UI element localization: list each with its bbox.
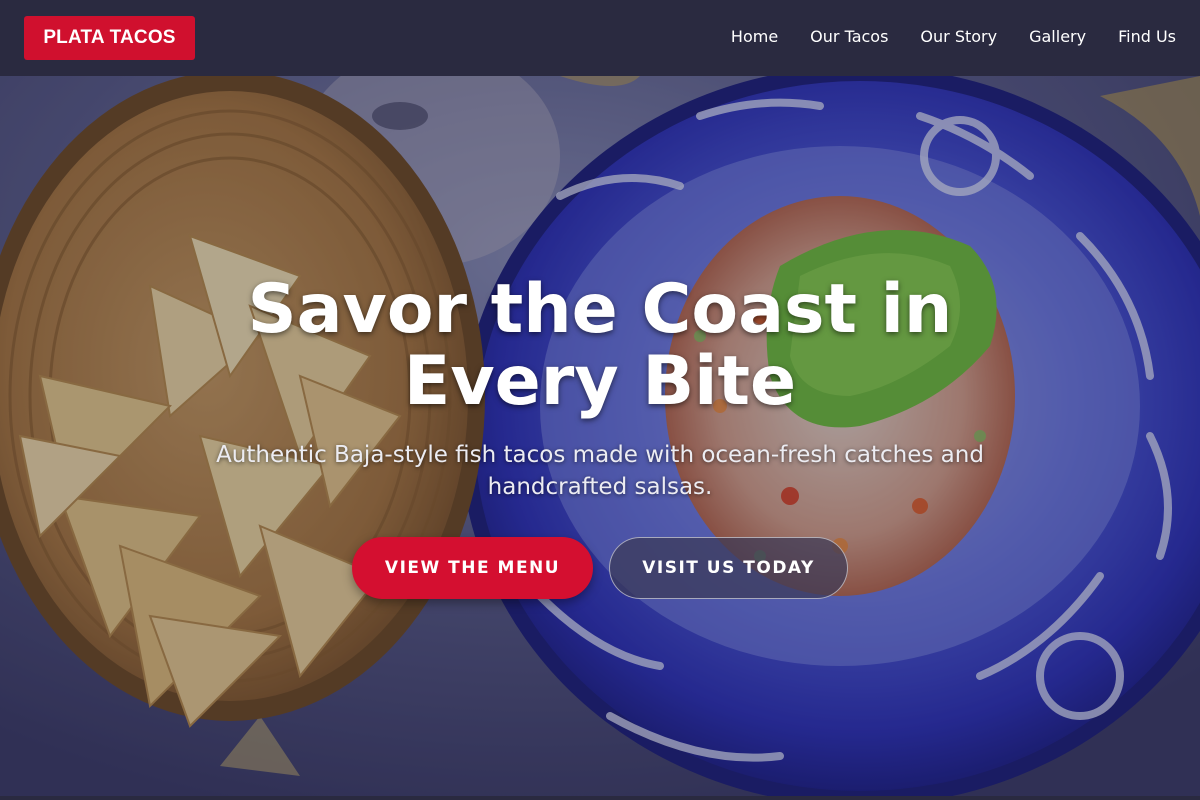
hero-subtitle: Authentic Baja-style fish tacos made wit…: [216, 442, 984, 500]
hero-section: Savor the Coast in Every Bite Authentic …: [0, 76, 1200, 796]
brand-logo[interactable]: PLATA TACOS: [24, 16, 195, 60]
nav-link-gallery[interactable]: Gallery: [1029, 26, 1086, 48]
hero-content: Savor the Coast in Every Bite Authentic …: [0, 76, 1200, 796]
view-menu-button[interactable]: VIEW THE MENU: [352, 537, 593, 599]
visit-us-button[interactable]: VISIT US TODAY: [609, 537, 848, 599]
hero-title: Savor the Coast in Every Bite: [247, 270, 953, 421]
nav-link-home[interactable]: Home: [731, 26, 778, 48]
section-divider: [0, 796, 1200, 800]
main-nav: Home Our Tacos Our Story Gallery Find Us: [731, 26, 1176, 48]
nav-link-our-tacos[interactable]: Our Tacos: [810, 26, 888, 48]
navbar: PLATA TACOS Home Our Tacos Our Story Gal…: [0, 0, 1200, 76]
nav-link-our-story[interactable]: Our Story: [920, 26, 997, 48]
nav-link-find-us[interactable]: Find Us: [1118, 26, 1176, 48]
